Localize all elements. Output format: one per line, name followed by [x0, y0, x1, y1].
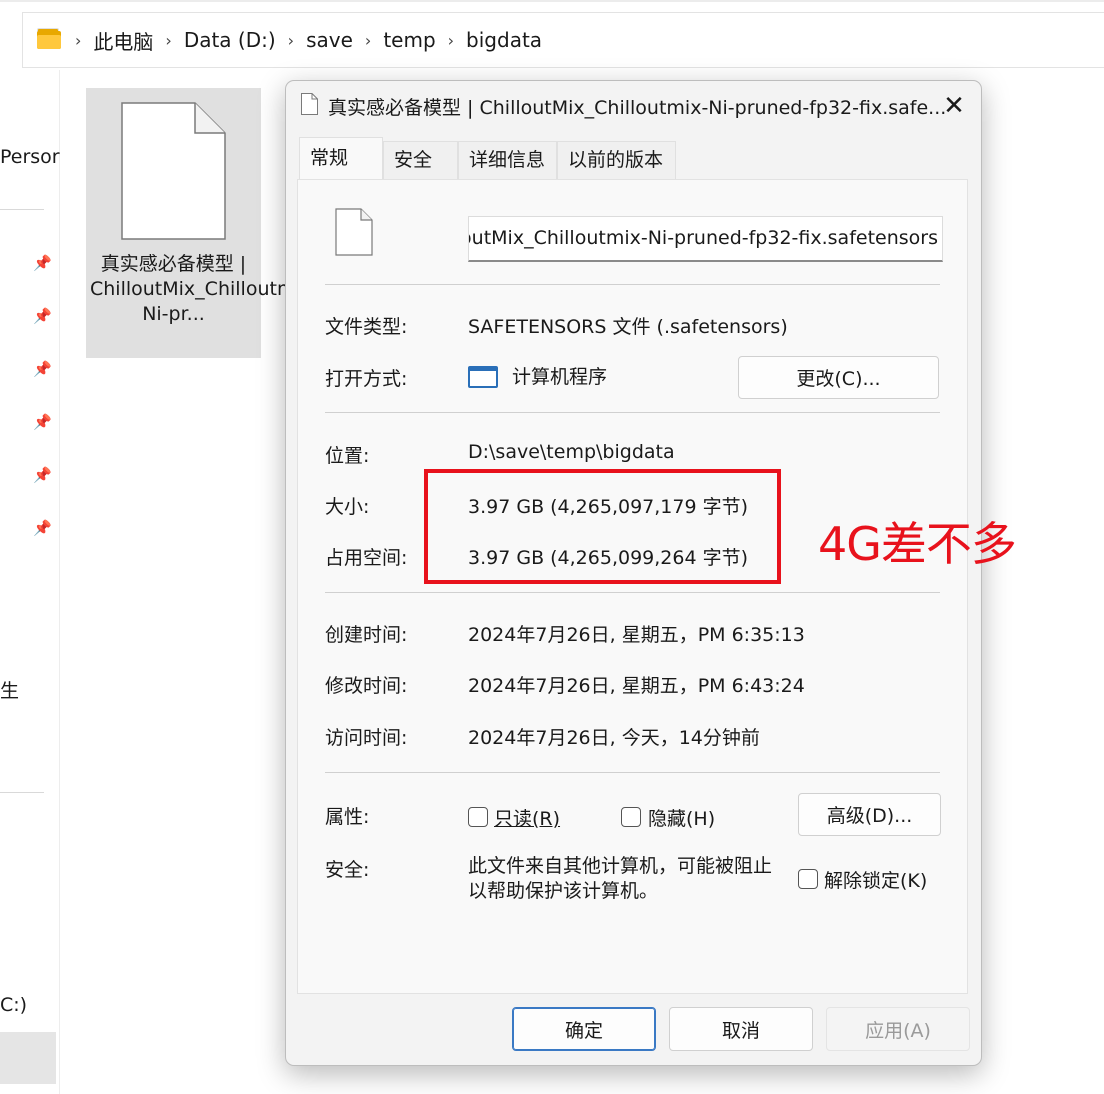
pin-icon: 📌	[33, 413, 52, 431]
file-type-value: SAFETENSORS 文件 (.safetensors)	[468, 316, 788, 338]
security-label: 安全:	[325, 859, 370, 881]
cancel-button[interactable]: 取消	[669, 1007, 813, 1051]
filename-value: 真实感必备模型 | ChilloutMix_Chilloutmix-Ni-pru…	[468, 227, 938, 249]
navigation-pane	[0, 70, 60, 1094]
size-label: 大小:	[325, 496, 370, 518]
document-icon	[301, 93, 318, 115]
attributes-label: 属性:	[325, 806, 370, 828]
unblock-checkbox[interactable]	[798, 869, 818, 889]
pin-icon: 📌	[33, 254, 52, 272]
change-button[interactable]: 更改(C)...	[738, 356, 939, 399]
nav-divider	[0, 792, 44, 793]
filename-input[interactable]: 真实感必备模型 | ChilloutMix_Chilloutmix-Ni-pru…	[468, 216, 943, 262]
accessed-value: 2024年7月26日, 今天，14分钟前	[468, 727, 760, 749]
breadcrumb-drive-d[interactable]: Data (D:)	[184, 28, 276, 52]
window-top-edge	[0, 0, 1104, 2]
chevron-right-icon: ›	[287, 30, 295, 50]
nav-divider	[0, 209, 44, 210]
divider	[325, 412, 940, 413]
modified-value: 2024年7月26日, 星期五，PM 6:43:24	[468, 675, 805, 697]
created-label: 创建时间:	[325, 624, 408, 646]
dialog-title: 真实感必备模型 | ChilloutMix_Chilloutmix-Ni-pru…	[328, 97, 947, 119]
breadcrumb-this-pc[interactable]: 此电脑	[93, 26, 153, 55]
nav-item-selected[interactable]	[0, 1032, 56, 1084]
modified-label: 修改时间:	[325, 675, 408, 697]
tab-security[interactable]: 安全	[383, 141, 458, 179]
apply-button[interactable]: 应用(A)	[826, 1007, 970, 1051]
security-message: 此文件来自其他计算机，可能被阻止以帮助保护该计算机。	[468, 855, 773, 902]
close-button[interactable]: ✕	[937, 89, 971, 123]
file-name-label: 真实感必备模型 | ChilloutMix_Chilloutmix-Ni-pr.…	[90, 253, 319, 325]
chevron-right-icon: ›	[165, 30, 172, 50]
chevron-right-icon: ›	[364, 30, 372, 50]
address-bar[interactable]: › 此电脑 › Data (D:) › save › temp › bigdat…	[22, 12, 1104, 68]
divider	[325, 284, 940, 285]
accessed-label: 访问时间:	[325, 727, 408, 749]
size-on-disk-label: 占用空间:	[325, 547, 408, 569]
pin-icon: 📌	[33, 466, 52, 484]
nav-item-personal[interactable]: Persor	[0, 146, 60, 168]
folder-icon	[37, 28, 61, 49]
location-value: D:\save\temp\bigdata	[468, 441, 675, 463]
pin-icon: 📌	[33, 307, 52, 325]
ok-button[interactable]: 确定	[512, 1007, 656, 1051]
breadcrumb-save[interactable]: save	[306, 28, 353, 52]
application-icon	[468, 366, 498, 388]
open-with-value: 计算机程序	[512, 366, 608, 388]
readonly-label[interactable]: 只读(R)	[494, 804, 560, 831]
divider	[325, 772, 940, 773]
tab-previous-versions[interactable]: 以前的版本	[557, 141, 676, 179]
pin-icon: 📌	[33, 519, 52, 537]
created-value: 2024年7月26日, 星期五，PM 6:35:13	[468, 624, 805, 646]
highlight-box	[424, 469, 781, 584]
pin-icon: 📌	[33, 360, 52, 378]
open-with-label: 打开方式:	[325, 368, 408, 390]
chevron-right-icon: ›	[75, 30, 82, 50]
file-type-label: 文件类型:	[325, 316, 408, 338]
nav-item-sheng[interactable]: 生	[0, 676, 19, 703]
annotation-note: 4G差不多	[818, 517, 1017, 571]
document-icon	[121, 102, 226, 240]
advanced-button[interactable]: 高级(D)...	[798, 793, 941, 836]
hidden-label[interactable]: 隐藏(H)	[648, 804, 715, 831]
document-icon	[335, 208, 373, 256]
readonly-checkbox[interactable]	[468, 807, 488, 827]
location-label: 位置:	[325, 445, 370, 467]
nav-item-drive-c[interactable]: C:)	[0, 994, 27, 1016]
file-item[interactable]: 真实感必备模型 | ChilloutMix_Chilloutmix-Ni-pr.…	[86, 88, 319, 358]
breadcrumb-bigdata[interactable]: bigdata	[466, 28, 542, 52]
divider	[325, 592, 940, 593]
unblock-label[interactable]: 解除锁定(K)	[824, 866, 927, 893]
tab-details[interactable]: 详细信息	[458, 141, 557, 179]
chevron-right-icon: ›	[447, 30, 455, 50]
tab-general[interactable]: 常规	[299, 137, 383, 180]
breadcrumb-temp[interactable]: temp	[383, 28, 435, 52]
general-panel: 真实感必备模型 | ChilloutMix_Chilloutmix-Ni-pru…	[297, 179, 968, 994]
hidden-checkbox[interactable]	[621, 807, 641, 827]
